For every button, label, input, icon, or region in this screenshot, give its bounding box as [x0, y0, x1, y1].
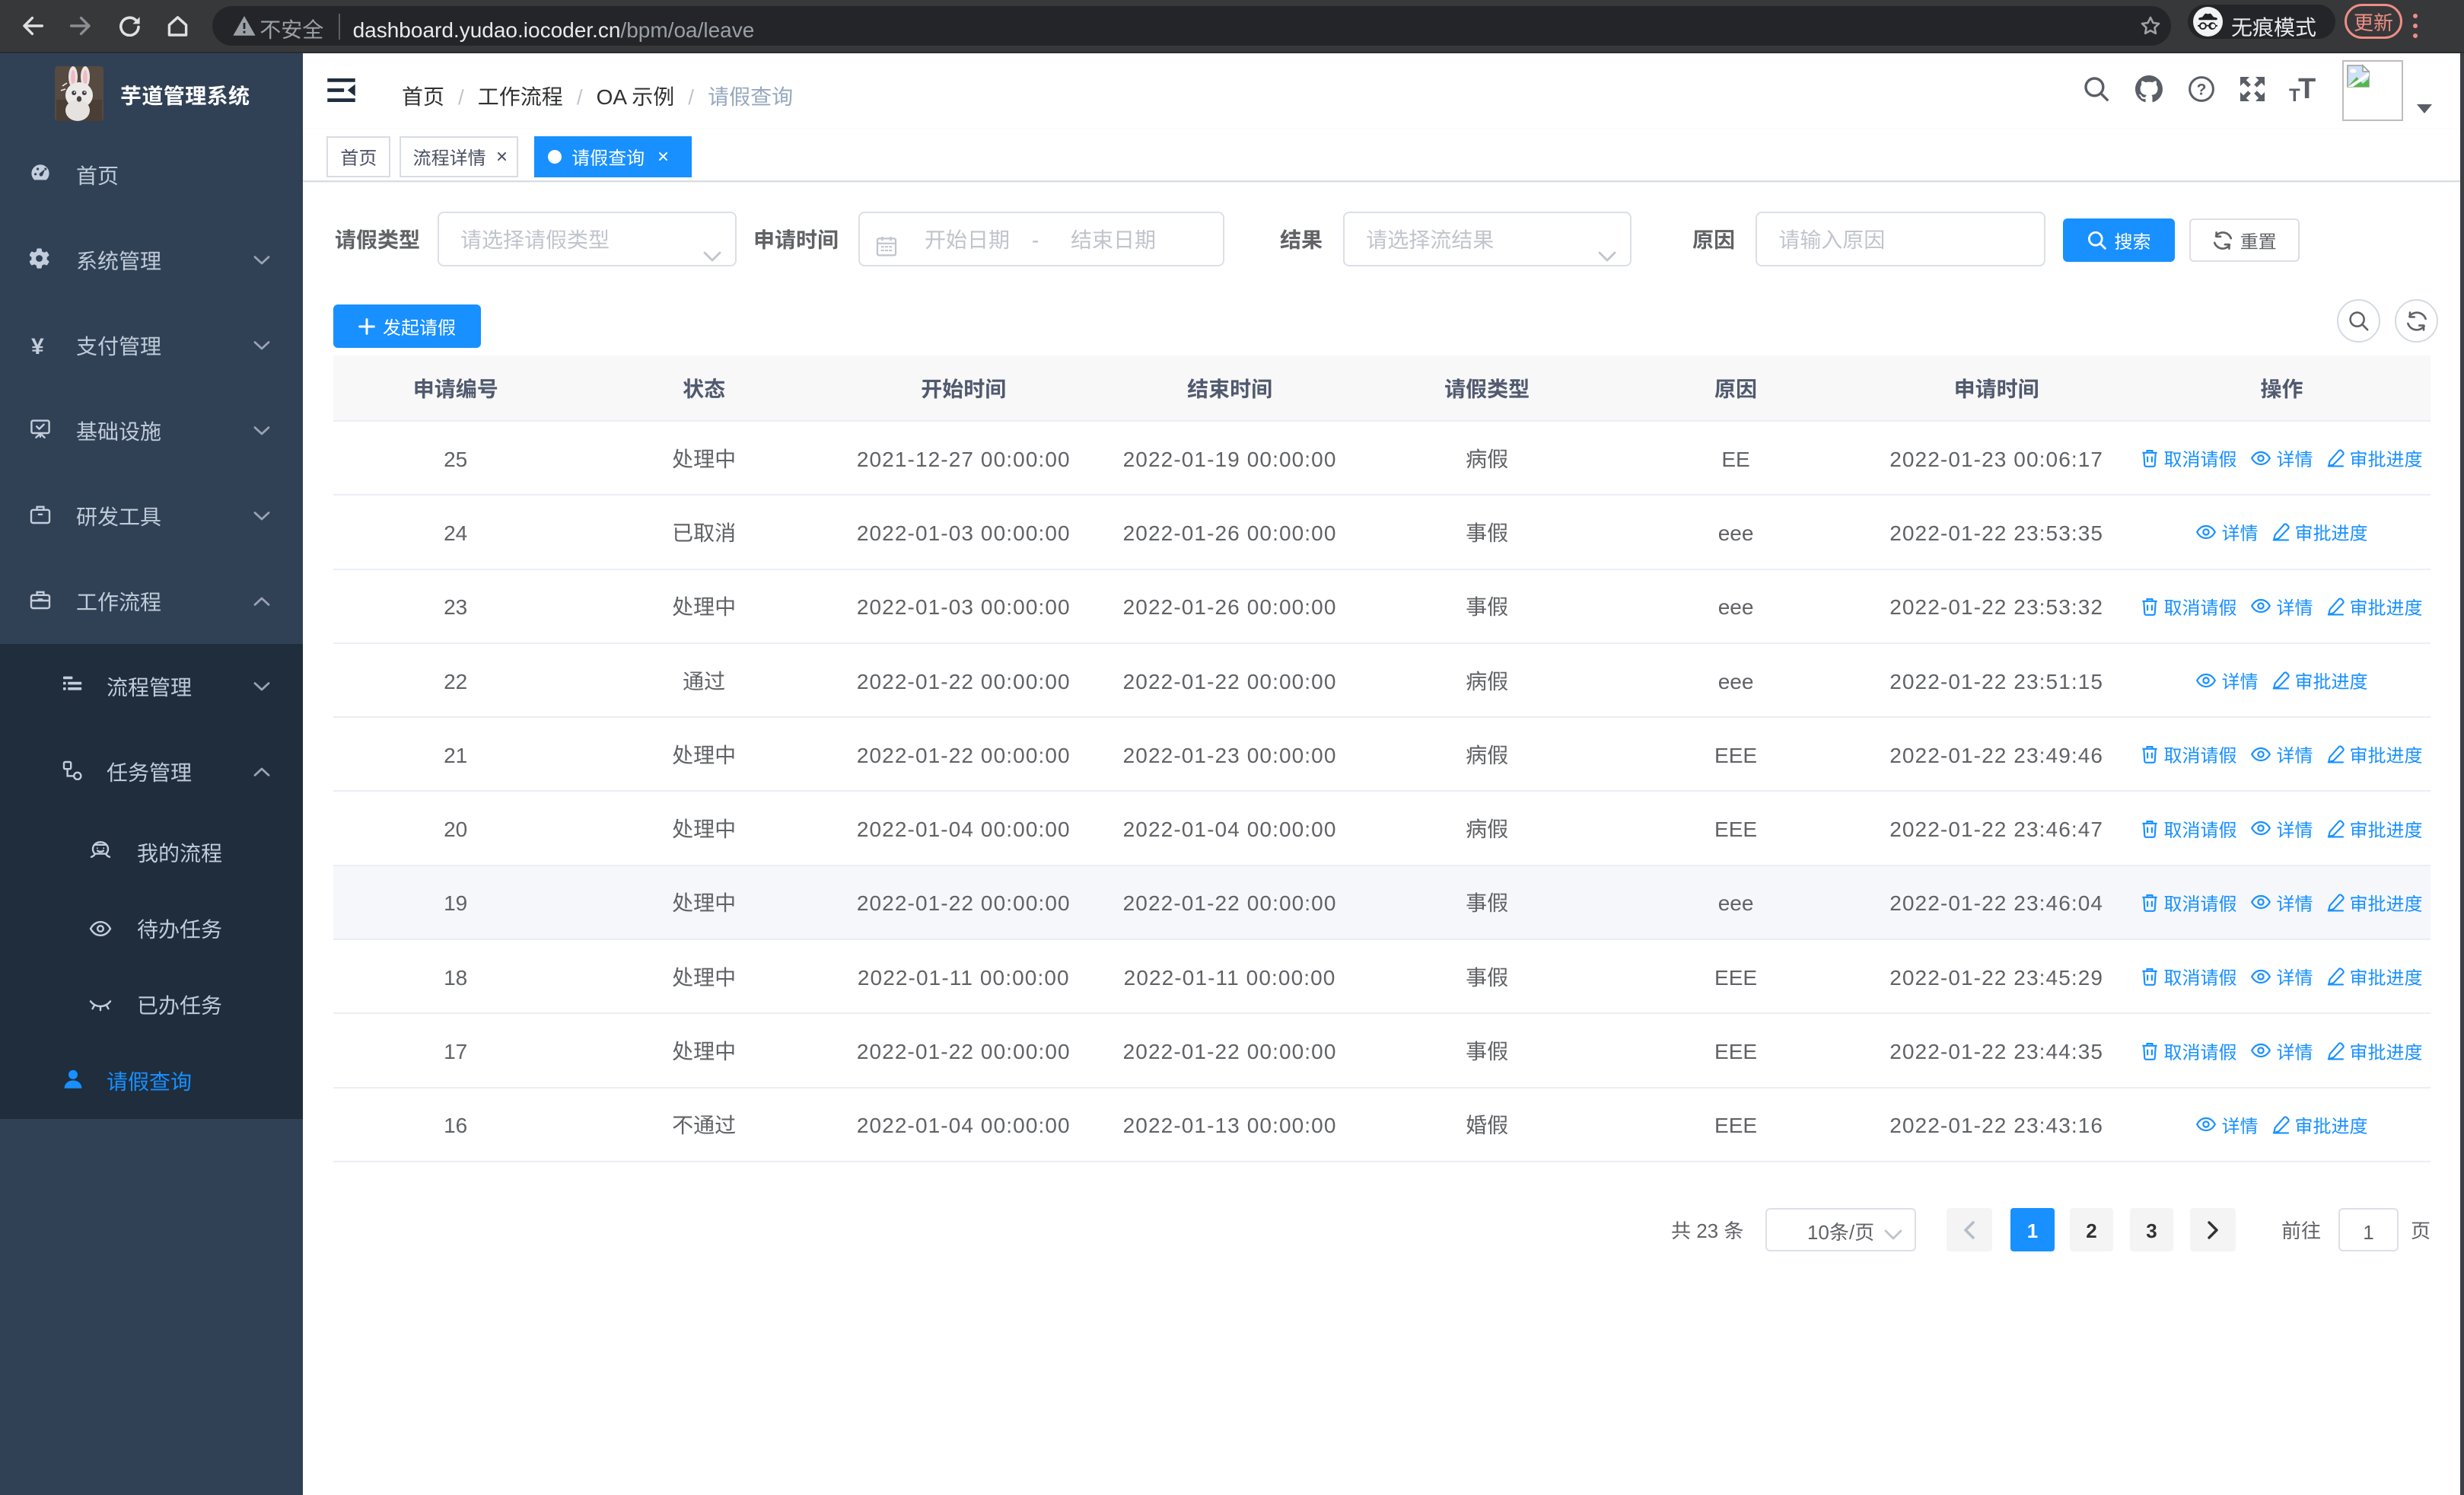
svg-text:?: ?: [2197, 81, 2207, 98]
